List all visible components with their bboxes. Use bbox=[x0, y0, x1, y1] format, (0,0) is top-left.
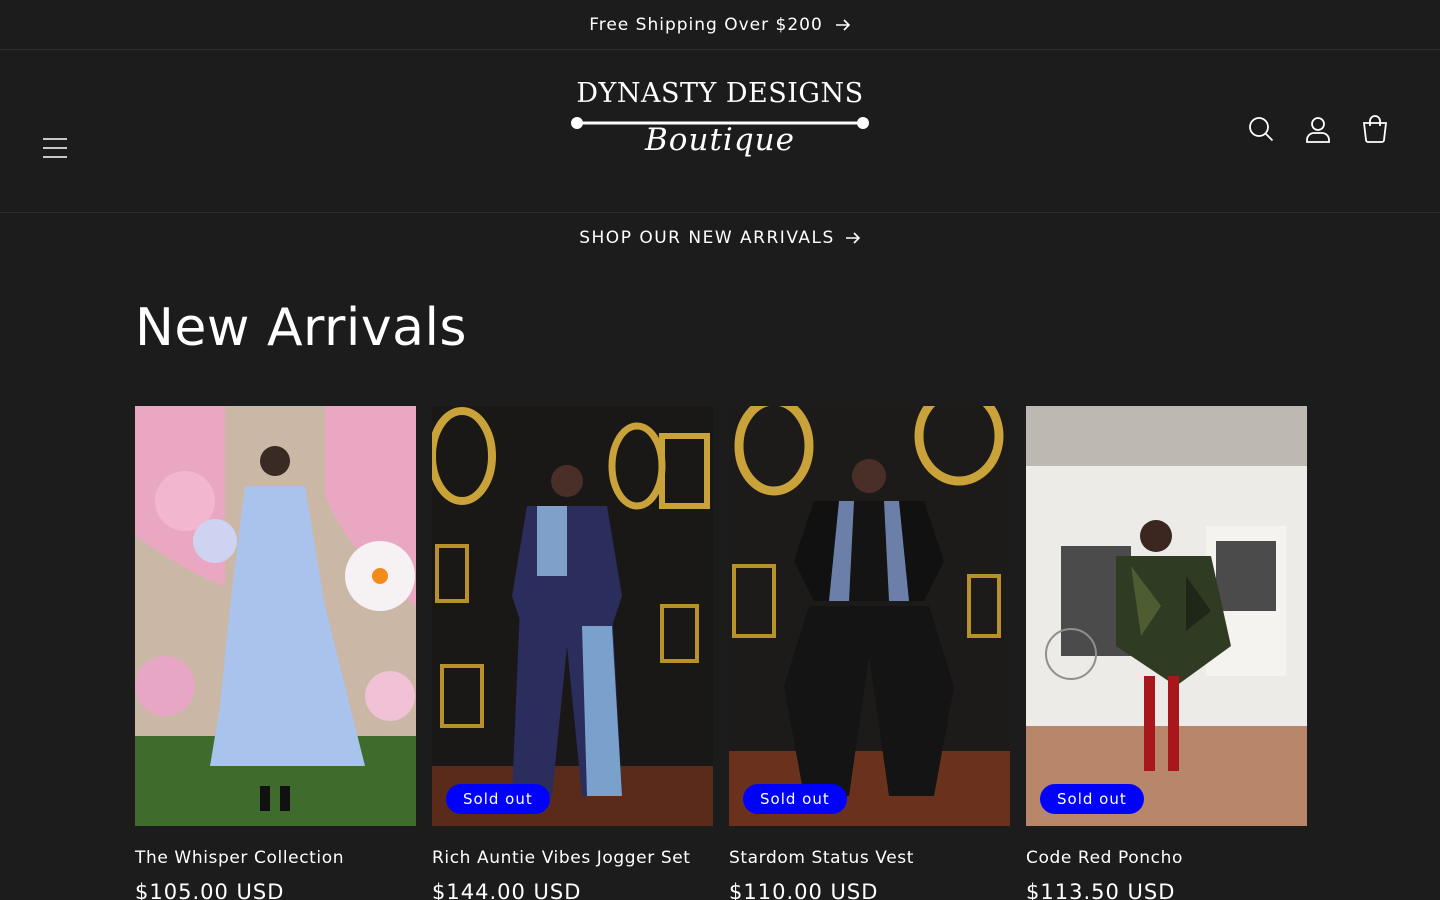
sold-out-badge: Sold out bbox=[446, 784, 550, 814]
arrow-right-icon bbox=[835, 18, 851, 31]
page-title: New Arrivals bbox=[135, 298, 467, 358]
menu-icon bbox=[40, 138, 70, 167]
product-title[interactable]: Code Red Poncho bbox=[1026, 848, 1307, 868]
product-title[interactable]: The Whisper Collection bbox=[135, 848, 416, 868]
logo-bottom-text: Boutique bbox=[645, 122, 795, 158]
sold-out-badge: Sold out bbox=[743, 784, 847, 814]
site-logo[interactable]: DYNASTY DESIGNS Boutique bbox=[565, 78, 875, 168]
promo-text[interactable]: SHOP OUR NEW ARRIVALS bbox=[579, 228, 835, 248]
product-card[interactable]: Sold out Rich Auntie Vibes Jogger Set $1… bbox=[432, 406, 713, 900]
search-icon bbox=[1247, 115, 1275, 147]
product-price: $144.00 USD bbox=[432, 880, 582, 900]
account-button[interactable] bbox=[1303, 115, 1333, 147]
announcement-bar[interactable]: Free Shipping Over $200 bbox=[0, 0, 1440, 50]
product-card[interactable]: The Whisper Collection $105.00 USD bbox=[135, 406, 416, 900]
sold-out-badge: Sold out bbox=[1040, 784, 1144, 814]
announcement-text[interactable]: Free Shipping Over $200 bbox=[589, 15, 823, 35]
product-price: $105.00 USD bbox=[135, 880, 285, 900]
product-image[interactable]: Sold out bbox=[1026, 406, 1307, 826]
menu-button[interactable] bbox=[40, 133, 70, 163]
header-icons bbox=[1246, 115, 1390, 147]
product-price: $113.50 USD bbox=[1026, 880, 1176, 900]
product-card[interactable]: Sold out Code Red Poncho $113.50 USD bbox=[1026, 406, 1307, 900]
site-header: DYNASTY DESIGNS Boutique bbox=[0, 50, 1440, 213]
product-title[interactable]: Stardom Status Vest bbox=[729, 848, 1010, 868]
product-grid: The Whisper Collection $105.00 USD Sold … bbox=[135, 406, 1307, 900]
promo-link[interactable]: SHOP OUR NEW ARRIVALS bbox=[0, 213, 1440, 263]
product-title[interactable]: Rich Auntie Vibes Jogger Set bbox=[432, 848, 713, 868]
product-image[interactable]: Sold out bbox=[432, 406, 713, 826]
logo-top-text: DYNASTY DESIGNS bbox=[576, 78, 864, 109]
product-image[interactable] bbox=[135, 406, 416, 826]
product-price: $110.00 USD bbox=[729, 880, 879, 900]
arrow-right-icon bbox=[845, 232, 861, 244]
product-card[interactable]: Sold out Stardom Status Vest $110.00 USD bbox=[729, 406, 1010, 900]
product-image[interactable]: Sold out bbox=[729, 406, 1010, 826]
search-button[interactable] bbox=[1246, 115, 1276, 147]
cart-button[interactable] bbox=[1360, 115, 1390, 147]
cart-icon bbox=[1361, 115, 1389, 147]
account-icon bbox=[1304, 115, 1332, 147]
